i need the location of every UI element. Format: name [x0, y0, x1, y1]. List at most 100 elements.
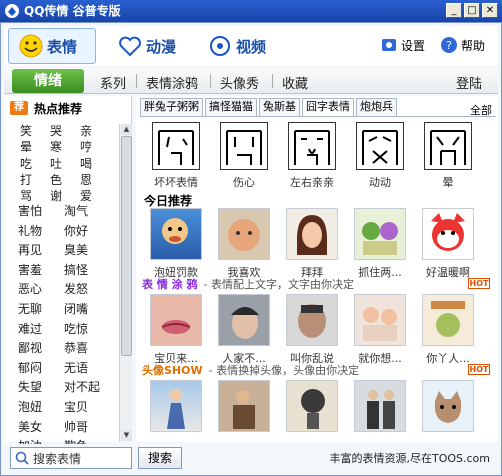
avatar-thumb[interactable]	[218, 380, 270, 432]
tab-anime[interactable]: 动漫	[118, 28, 176, 64]
emoticon-label: 动动	[369, 176, 391, 189]
divider	[272, 74, 273, 88]
category-favorites[interactable]: 收藏	[282, 73, 308, 92]
avatar-thumb[interactable]	[422, 380, 474, 432]
tab-emoticons[interactable]: 表情	[8, 28, 96, 64]
avatar-section-bar: 头像SHOW - 表情换掉头像，头像由你决定 HOT	[142, 362, 494, 378]
jiong-emoticon[interactable]	[288, 122, 336, 170]
sidebar-scrollbar[interactable]: ▲ ▼	[119, 124, 132, 442]
emoticon-thumb[interactable]	[422, 294, 474, 346]
tag-item[interactable]: 淘气	[64, 202, 110, 222]
tag-item[interactable]: 美女	[18, 418, 64, 438]
tag-item[interactable]: 对不起	[64, 378, 110, 398]
emoticon-label: 坏坏表情	[154, 176, 198, 189]
sidebar-single-tags: 笑哭亲 晕寒哼 吃吐喝 打色恩 骂谢爱	[20, 122, 116, 203]
settings-label: 设置	[401, 38, 426, 53]
tag-item[interactable]: 宝贝	[64, 398, 110, 418]
emoticon-thumb[interactable]	[286, 208, 338, 260]
emoticon-thumb[interactable]	[354, 208, 406, 260]
divider	[210, 74, 211, 88]
tag-item[interactable]: 难过	[18, 320, 64, 340]
emoticon-thumb[interactable]	[218, 208, 270, 260]
recommend-badge: 荐	[10, 101, 28, 115]
tag-item[interactable]: 恭喜	[64, 339, 110, 359]
tag-item[interactable]: 郁闷	[18, 359, 64, 379]
tag-item[interactable]: 泡妞	[18, 398, 64, 418]
tag-item[interactable]: 害怕	[18, 202, 64, 222]
tag-item[interactable]: 鄙视	[18, 339, 64, 359]
series-tab[interactable]: 囧字表情	[302, 98, 354, 116]
tag-item[interactable]: 吃	[20, 155, 50, 171]
tag-item[interactable]: 吃惊	[64, 320, 110, 340]
tag-item[interactable]: 臭美	[64, 241, 110, 261]
close-button[interactable]: ✕	[482, 3, 498, 18]
tag-item[interactable]: 寒	[50, 138, 80, 154]
tag-item[interactable]: 打	[20, 171, 50, 187]
tag-item[interactable]: 再见	[18, 241, 64, 261]
tag-item[interactable]: 搞怪	[64, 261, 110, 281]
tab-emoticons-label: 表情	[47, 37, 78, 56]
tag-item[interactable]: 吐	[50, 155, 80, 171]
series-tab[interactable]: 兔斯基	[259, 98, 300, 116]
tag-item[interactable]: 亲	[80, 122, 110, 138]
tag-item[interactable]: 闭嘴	[64, 300, 110, 320]
tab-video[interactable]: 视频	[208, 28, 266, 64]
jiong-emoticon[interactable]	[424, 122, 472, 170]
title-bar: QQ传情 谷普专版 _ □ ✕	[0, 0, 502, 22]
app-logo-icon	[5, 4, 19, 18]
minimize-button[interactable]: _	[446, 3, 462, 18]
scroll-up-icon[interactable]: ▲	[121, 124, 132, 135]
emoticon-thumb[interactable]	[422, 208, 474, 260]
avatar-thumb[interactable]	[354, 380, 406, 432]
tag-item[interactable]: 失望	[18, 378, 64, 398]
jiong-emoticon[interactable]	[356, 122, 404, 170]
tag-item[interactable]: 哭	[50, 122, 80, 138]
tag-item[interactable]: 喝	[80, 155, 110, 171]
series-tab[interactable]: 炮炮兵	[356, 98, 397, 116]
tag-item[interactable]: 哼	[80, 138, 110, 154]
emoticon-thumb[interactable]	[150, 294, 202, 346]
emoticon-thumb[interactable]	[150, 208, 202, 260]
tag-item[interactable]: 无聊	[18, 300, 64, 320]
tag-item[interactable]: 恶心	[18, 280, 64, 300]
tag-item[interactable]: 发怒	[64, 280, 110, 300]
tag-item[interactable]: 你好	[64, 222, 110, 242]
tag-item[interactable]: 恩	[80, 171, 110, 187]
tag-item[interactable]: 礼物	[18, 222, 64, 242]
tag-item[interactable]: 笑	[20, 122, 50, 138]
login-link[interactable]: 登陆	[456, 73, 482, 92]
search-button[interactable]: 搜索	[138, 447, 182, 469]
category-emotion[interactable]: 情绪	[12, 69, 84, 93]
avatar-thumb[interactable]	[286, 380, 338, 432]
doodle-section-desc: - 表情配上文字，文字由你决定	[203, 278, 354, 291]
help-button[interactable]: ? 帮助	[440, 36, 485, 54]
category-series[interactable]: 系列	[100, 73, 126, 92]
divider	[140, 116, 496, 117]
hot-badge: HOT	[468, 364, 490, 375]
tag-item[interactable]: 帅哥	[64, 418, 110, 438]
series-tab[interactable]: 胖兔子粥粥	[140, 98, 203, 116]
scroll-thumb[interactable]	[121, 136, 132, 356]
today-title: 今日推荐	[144, 194, 193, 208]
avatar-thumb[interactable]	[150, 380, 202, 432]
category-avatar-show[interactable]: 头像秀	[220, 73, 259, 92]
maximize-button[interactable]: □	[464, 3, 480, 18]
jiong-emoticon[interactable]	[220, 122, 268, 170]
settings-button[interactable]: 设置	[380, 36, 425, 54]
jiong-emoticon[interactable]	[152, 122, 200, 170]
search-placeholder: 搜索表情	[33, 451, 82, 466]
tag-item[interactable]: 害羞	[18, 261, 64, 281]
series-tab[interactable]: 搞怪猫猫	[205, 98, 257, 116]
search-input[interactable]: 搜索表情	[10, 447, 132, 469]
category-doodle[interactable]: 表情涂鸦	[146, 73, 198, 92]
avatar-section-title[interactable]: 头像SHOW	[142, 362, 203, 378]
emoticon-thumb[interactable]	[218, 294, 270, 346]
emoticon-label: 左右亲亲	[290, 176, 334, 189]
tag-item[interactable]: 晕	[20, 138, 50, 154]
emoticon-thumb[interactable]	[286, 294, 338, 346]
doodle-section-title[interactable]: 表 情 涂 鸦	[142, 276, 198, 292]
tag-item[interactable]: 无语	[64, 359, 110, 379]
tag-item[interactable]: 色	[50, 171, 80, 187]
emoticon-thumb[interactable]	[354, 294, 406, 346]
scroll-down-icon[interactable]: ▼	[121, 430, 132, 441]
